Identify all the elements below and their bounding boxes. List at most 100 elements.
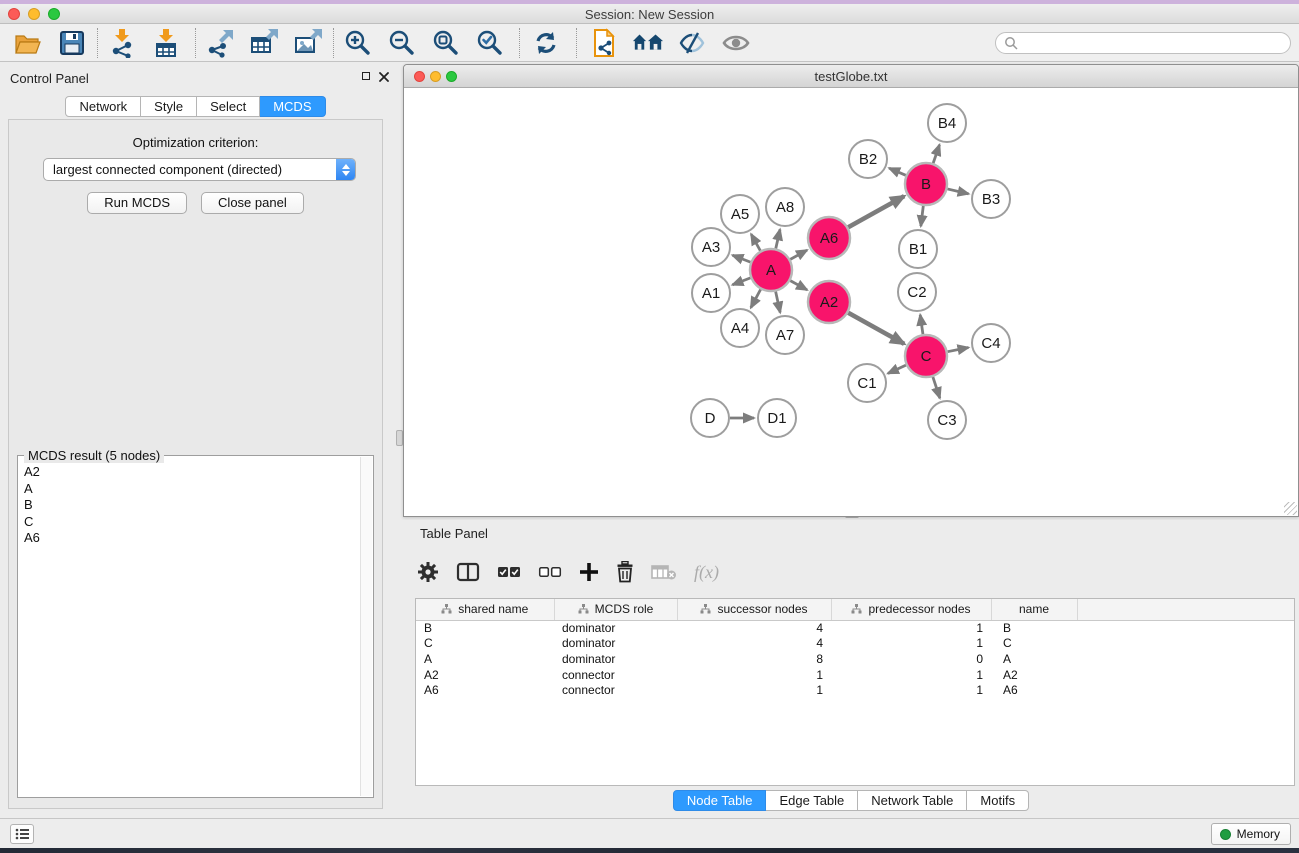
table-row[interactable]: A6connector11A6 (416, 682, 1295, 698)
export-image-icon[interactable] (292, 28, 324, 58)
zoom-out-icon[interactable] (386, 28, 418, 58)
table-row[interactable]: Cdominator41C (416, 636, 1295, 652)
edge-C-C2[interactable] (920, 315, 923, 334)
import-table-icon[interactable] (150, 28, 182, 58)
node-B[interactable]: B (905, 163, 947, 205)
new-network-from-file-icon[interactable] (588, 28, 620, 58)
tab-style[interactable]: Style (141, 96, 197, 117)
edge-A-A2[interactable] (790, 281, 807, 290)
edge-C-C4[interactable] (948, 348, 969, 352)
result-scrollbar[interactable] (360, 457, 372, 796)
node-D1[interactable]: D1 (758, 399, 796, 437)
node-A4[interactable]: A4 (721, 309, 759, 347)
table-row[interactable]: Bdominator41B (416, 620, 1295, 636)
node-table[interactable]: shared nameMCDS rolesuccessor nodesprede… (415, 598, 1295, 786)
network-window-titlebar[interactable]: testGlobe.txt (404, 65, 1298, 88)
result-item[interactable]: A6 (20, 530, 359, 547)
node-A2[interactable]: A2 (808, 281, 850, 323)
refresh-icon[interactable] (530, 28, 562, 58)
column-browser-icon[interactable] (456, 562, 480, 582)
result-item[interactable]: A (20, 481, 359, 498)
run-mcds-button[interactable]: Run MCDS (87, 192, 187, 214)
tab-network[interactable]: Network (65, 96, 141, 117)
edge-C-C1[interactable] (888, 365, 906, 373)
result-item[interactable]: B (20, 497, 359, 514)
column-header[interactable]: predecessor nodes (831, 599, 991, 620)
export-table-icon[interactable] (248, 28, 280, 58)
node-C1[interactable]: C1 (848, 364, 886, 402)
home-icon[interactable] (632, 28, 664, 58)
column-header[interactable]: MCDS role (554, 599, 677, 620)
node-A1[interactable]: A1 (692, 274, 730, 312)
criterion-dropdown[interactable]: largest connected component (directed) (43, 158, 356, 181)
close-panel-button[interactable]: Close panel (201, 192, 304, 214)
edge-A-A8[interactable] (776, 229, 780, 248)
node-C[interactable]: C (905, 335, 947, 377)
mcds-result-list[interactable]: A2ABCA6 (20, 464, 359, 795)
node-A3[interactable]: A3 (692, 228, 730, 266)
resize-grip-icon[interactable] (1284, 502, 1297, 515)
edge-C-C3[interactable] (933, 377, 940, 398)
edge-B-B3[interactable] (947, 189, 968, 194)
edge-B-B2[interactable] (889, 168, 906, 175)
zoom-fit-icon[interactable] (430, 28, 462, 58)
network-canvas[interactable]: A A1 A2 A3 A4 A5 A6 A7 A8 B B1 B2 B3B4 C C1 C2 C3 C4 D D1 (404, 88, 1298, 516)
zoom-in-icon[interactable] (342, 28, 374, 58)
tab-select[interactable]: Select (197, 96, 260, 117)
float-panel-icon[interactable] (362, 72, 370, 80)
edge-A-A6[interactable] (790, 250, 807, 259)
column-header[interactable]: successor nodes (677, 599, 831, 620)
tab-mcds[interactable]: MCDS (260, 96, 325, 117)
edge-A2-C[interactable] (848, 313, 904, 344)
tab-node-table[interactable]: Node Table (673, 790, 767, 811)
tab-network-table[interactable]: Network Table (858, 790, 967, 811)
delete-column-icon[interactable] (616, 561, 634, 583)
open-file-icon[interactable] (12, 28, 44, 58)
search-field[interactable] (995, 32, 1291, 54)
window-titlebar[interactable]: Session: New Session (0, 4, 1299, 24)
node-B1[interactable]: B1 (899, 230, 937, 268)
result-item[interactable]: C (20, 514, 359, 531)
edge-A-A3[interactable] (732, 255, 750, 262)
column-header[interactable]: shared name (416, 599, 554, 620)
node-B2[interactable]: B2 (849, 140, 887, 178)
node-C3[interactable]: C3 (928, 401, 966, 439)
hide-panel-icon[interactable] (676, 28, 708, 58)
edge-A-A1[interactable] (732, 278, 750, 285)
node-B4[interactable]: B4 (928, 104, 966, 142)
edge-B-B4[interactable] (933, 145, 939, 163)
import-network-icon[interactable] (106, 28, 138, 58)
deselect-checkboxes-icon[interactable] (538, 566, 562, 578)
search-input[interactable] (1018, 34, 1290, 52)
table-row[interactable]: Adominator80A (416, 651, 1295, 667)
tab-motifs[interactable]: Motifs (967, 790, 1029, 811)
eye-icon[interactable] (720, 28, 752, 58)
edge-A6-B[interactable] (848, 196, 904, 227)
zoom-selected-icon[interactable] (474, 28, 506, 58)
edge-A-A5[interactable] (751, 234, 760, 251)
table-row[interactable]: A2connector11A2 (416, 667, 1295, 683)
add-column-icon[interactable] (579, 562, 599, 582)
column-header[interactable]: name (991, 599, 1077, 620)
node-A5[interactable]: A5 (721, 195, 759, 233)
task-history-button[interactable] (10, 824, 34, 844)
tab-edge-table[interactable]: Edge Table (766, 790, 858, 811)
node-A[interactable]: A (750, 249, 792, 291)
node-D[interactable]: D (691, 399, 729, 437)
save-session-icon[interactable] (56, 28, 88, 58)
export-network-icon[interactable] (204, 28, 236, 58)
edge-A-A4[interactable] (751, 289, 761, 307)
edge-B-B1[interactable] (921, 206, 924, 226)
memory-button[interactable]: Memory (1211, 823, 1291, 845)
close-panel-icon[interactable] (379, 72, 389, 82)
select-all-checkboxes-icon[interactable] (497, 566, 521, 578)
vertical-splitter-handle[interactable] (396, 430, 403, 446)
node-A7[interactable]: A7 (766, 316, 804, 354)
node-A6[interactable]: A6 (808, 217, 850, 259)
node-B3[interactable]: B3 (972, 180, 1010, 218)
node-C4[interactable]: C4 (972, 324, 1010, 362)
gear-icon[interactable] (417, 561, 439, 583)
node-C2[interactable]: C2 (898, 273, 936, 311)
node-A8[interactable]: A8 (766, 188, 804, 226)
result-item[interactable]: A2 (20, 464, 359, 481)
